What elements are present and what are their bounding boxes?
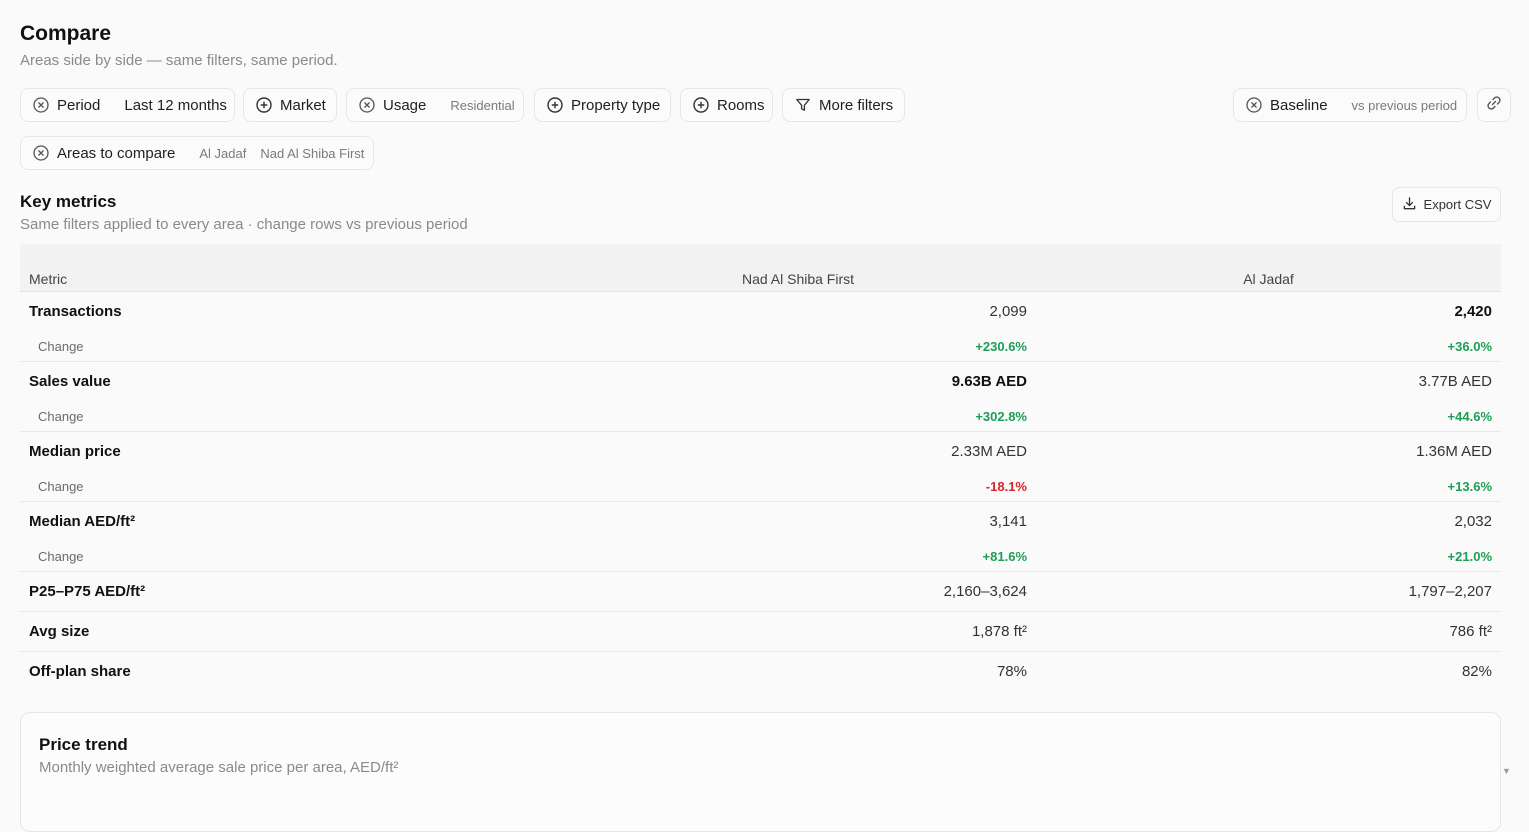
- download-icon: [1402, 196, 1417, 214]
- table-row: P25–P75 AED/ft² 2,160–3,624 1,797–2,207: [20, 571, 1501, 612]
- filter-chip-market[interactable]: Market: [243, 88, 337, 122]
- metric-label: Median AED/ft²: [29, 513, 136, 530]
- key-metrics-title: Key metrics: [20, 192, 117, 211]
- more-filters-button[interactable]: More filters: [782, 88, 905, 122]
- column-header-area-1[interactable]: Nad Al Shiba First: [560, 244, 1036, 292]
- change-label: Change: [20, 401, 560, 432]
- area-tag: Al Jadaf: [199, 145, 247, 161]
- funnel-icon: [795, 97, 811, 113]
- metric-value: 2,160–3,624: [560, 571, 1036, 612]
- price-trend-card: Price trend Monthly weighted average sal…: [20, 712, 1501, 832]
- key-metrics-table: Metric Nad Al Shiba First Al Jadaf Trans…: [20, 244, 1501, 691]
- metric-label: Transactions: [29, 303, 122, 320]
- metric-value: 2,032: [1454, 513, 1492, 530]
- filter-chip-label: Baseline: [1270, 96, 1328, 114]
- filter-chip-label: Market: [280, 96, 326, 114]
- metric-value: 78%: [996, 663, 1027, 680]
- metric-value: 3.77B AED: [1418, 373, 1492, 390]
- table-header-row: Metric Nad Al Shiba First Al Jadaf: [20, 244, 1501, 292]
- metric-value: 1,797–2,207: [1036, 571, 1501, 612]
- filter-chip-areas[interactable]: Areas to compare Al Jadaf Nad Al Shiba F…: [20, 136, 374, 170]
- table-row-change: Change +302.8% +44.6%: [20, 401, 1501, 432]
- change-value: +13.6%: [1036, 471, 1501, 502]
- metric-label: Avg size: [20, 611, 560, 652]
- table-row: Off-plan share 78% 82%: [20, 652, 1501, 692]
- export-csv-button[interactable]: Export CSV: [1392, 187, 1501, 222]
- filter-chip-value: Last 12 months: [124, 96, 227, 114]
- metric-value: 82%: [1461, 663, 1492, 680]
- filter-chip-value: Residential: [450, 97, 515, 113]
- filter-chip-usage[interactable]: Usage Residential: [346, 88, 524, 122]
- copy-link-button[interactable]: [1477, 88, 1511, 122]
- table-row: Avg size 1,878 ft² 786 ft²: [20, 611, 1501, 652]
- column-header-metric[interactable]: Metric: [20, 244, 560, 292]
- metric-label: Sales value: [29, 373, 111, 390]
- filter-chip-property-type[interactable]: Property type: [534, 88, 671, 122]
- metric-value: 2,099: [989, 303, 1027, 320]
- metric-label: Median price: [29, 443, 121, 460]
- table-row: Transactions 2,099 2,420: [20, 292, 1501, 332]
- table-row: Median price 2.33M AED 1.36M AED: [20, 432, 1501, 472]
- circle-x-icon[interactable]: [33, 145, 49, 161]
- export-csv-label: Export CSV: [1423, 197, 1492, 212]
- circle-plus-icon: [547, 97, 563, 113]
- metric-value: 786 ft²: [1036, 611, 1501, 652]
- filter-chip-label: Period: [57, 96, 101, 114]
- filter-chip-value: vs previous period: [1351, 97, 1458, 113]
- metric-value: 1,878 ft²: [560, 611, 1036, 652]
- change-label: Change: [20, 471, 560, 502]
- link-icon: [1485, 94, 1503, 117]
- metric-value: 1.36M AED: [1416, 443, 1492, 460]
- filter-chip-label: Rooms: [717, 96, 765, 114]
- price-trend-title: Price trend: [39, 735, 128, 754]
- filter-chip-period[interactable]: Period Last 12 months: [20, 88, 235, 122]
- page-title: Compare: [20, 22, 112, 45]
- change-value: +44.6%: [1036, 401, 1501, 432]
- change-value: +302.8%: [560, 401, 1036, 432]
- circle-x-icon[interactable]: [359, 97, 375, 113]
- change-value: +36.0%: [1036, 331, 1501, 362]
- filter-chip-rooms[interactable]: Rooms: [680, 88, 773, 122]
- metric-label: Off-plan share: [29, 663, 131, 680]
- table-row-change: Change -18.1% +13.6%: [20, 471, 1501, 502]
- circle-x-icon[interactable]: [1246, 97, 1262, 113]
- filter-chip-label: Areas to compare: [57, 144, 176, 162]
- metric-value: 2,420: [1454, 303, 1492, 320]
- area-tag: Nad Al Shiba First: [260, 145, 365, 161]
- change-label: Change: [20, 541, 560, 572]
- metric-label: P25–P75 AED/ft²: [20, 571, 560, 612]
- price-trend-subtitle: Monthly weighted average sale price per …: [39, 759, 399, 776]
- change-value: -18.1%: [560, 471, 1036, 502]
- table-row: Median AED/ft² 3,141 2,032: [20, 502, 1501, 542]
- metric-value: 3,141: [989, 513, 1027, 530]
- circle-plus-icon: [693, 97, 709, 113]
- table-row-change: Change +230.6% +36.0%: [20, 331, 1501, 362]
- filter-chip-label: Usage: [383, 96, 427, 114]
- filter-chip-label: Property type: [571, 96, 661, 114]
- table-row-change: Change +81.6% +21.0%: [20, 541, 1501, 572]
- change-value: +230.6%: [560, 331, 1036, 362]
- page-subtitle: Areas side by side — same filters, same …: [20, 52, 338, 69]
- metric-value: 9.63B AED: [951, 373, 1027, 390]
- table-row: Sales value 9.63B AED 3.77B AED: [20, 362, 1501, 402]
- change-label: Change: [20, 331, 560, 362]
- scroll-down-arrow[interactable]: ▼: [1502, 766, 1511, 776]
- key-metrics-subtitle: Same filters applied to every area · cha…: [20, 216, 468, 233]
- change-value: +21.0%: [1036, 541, 1501, 572]
- circle-plus-icon: [256, 97, 272, 113]
- column-header-area-2[interactable]: Al Jadaf: [1036, 244, 1501, 292]
- metric-value: 2.33M AED: [951, 443, 1027, 460]
- change-value: +81.6%: [560, 541, 1036, 572]
- filter-chip-label: More filters: [819, 96, 894, 114]
- circle-x-icon[interactable]: [33, 97, 49, 113]
- baseline-chip[interactable]: Baseline vs previous period: [1233, 88, 1467, 122]
